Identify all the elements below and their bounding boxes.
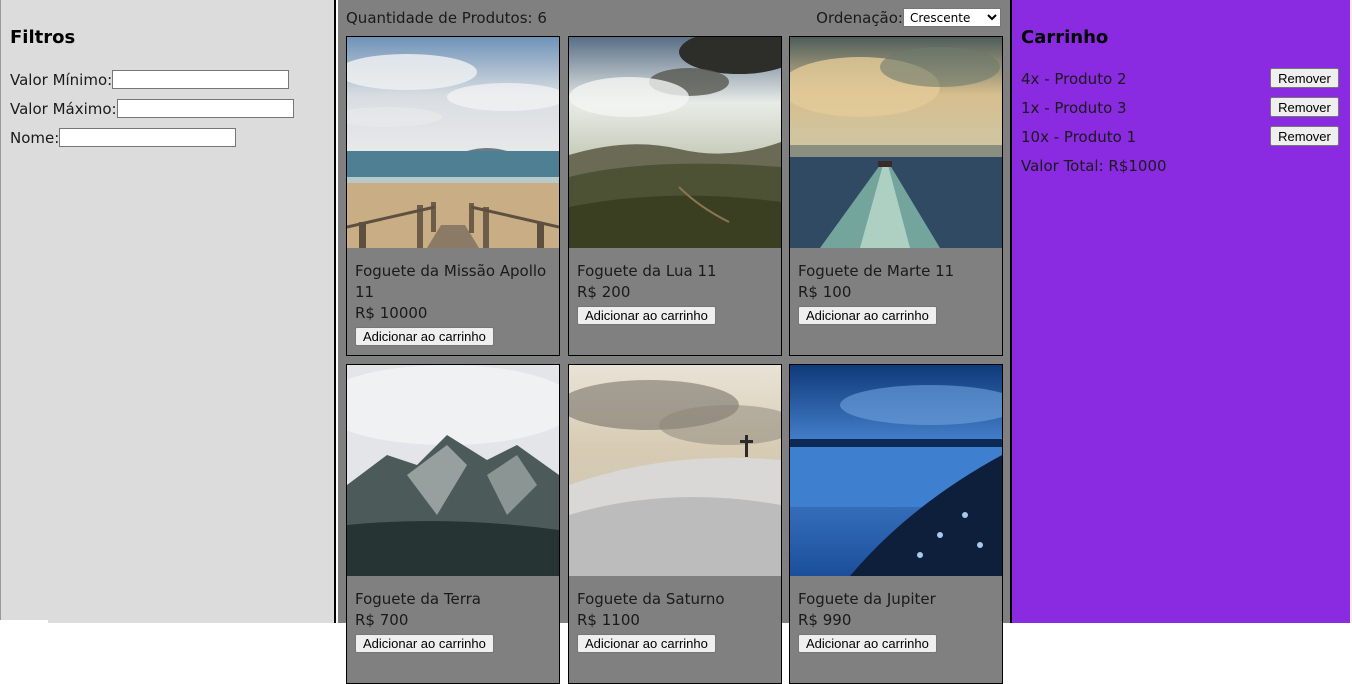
name-label: Nome: <box>10 128 60 147</box>
product-card: Foguete da Missão Apollo 11 R$ 10000 Adi… <box>346 36 560 356</box>
sort-label: Ordenação: <box>816 8 903 27</box>
cart-panel: Carrinho 4x - Produto 2 Remover 1x - Pro… <box>1012 0 1350 623</box>
add-to-cart-button[interactable]: Adicionar ao carrinho <box>355 634 494 653</box>
cart-item: 10x - Produto 1 <box>1021 128 1137 146</box>
product-name: Foguete da Jupiter <box>798 590 936 608</box>
product-name: Foguete da Missão Apollo 11 <box>355 262 547 301</box>
product-card: Foguete da Saturno R$ 1100 Adicionar ao … <box>568 364 782 684</box>
add-to-cart-button[interactable]: Adicionar ao carrinho <box>577 634 716 653</box>
app-layout: Filtros Valor Mínimo: Valor Máximo: Nome… <box>0 0 1352 684</box>
product-price: R$ 100 <box>798 283 852 301</box>
product-price: R$ 10000 <box>355 304 428 322</box>
add-to-cart-button[interactable]: Adicionar ao carrinho <box>798 634 937 653</box>
misty-mountain-image <box>347 365 559 576</box>
valley-landscape-image <box>569 37 781 248</box>
product-card: Foguete da Lua 11 R$ 200 Adicionar ao ca… <box>568 36 782 356</box>
product-price: R$ 700 <box>355 611 409 629</box>
product-card: Foguete da Jupiter R$ 990 Adicionar ao c… <box>789 364 1003 684</box>
remove-button[interactable]: Remover <box>1270 68 1339 88</box>
remove-button[interactable]: Remover <box>1270 126 1339 146</box>
remove-button[interactable]: Remover <box>1270 97 1339 117</box>
min-value-label: Valor Mínimo: <box>10 70 113 89</box>
product-price: R$ 1100 <box>577 611 640 629</box>
filters-title: Filtros <box>10 27 76 48</box>
snowy-hill-cross-image <box>569 365 781 576</box>
name-row: Nome: <box>10 128 237 147</box>
min-value-row: Valor Mínimo: <box>10 70 290 89</box>
add-to-cart-button[interactable]: Adicionar ao carrinho <box>577 306 716 325</box>
cart-title: Carrinho <box>1021 27 1109 48</box>
product-name: Foguete da Terra <box>355 590 481 608</box>
add-to-cart-button[interactable]: Adicionar ao carrinho <box>798 306 937 325</box>
product-card: Foguete da Terra R$ 700 Adicionar ao car… <box>346 364 560 684</box>
min-value-input[interactable] <box>112 70 290 89</box>
sort-control: Ordenação: Crescente <box>816 8 1001 27</box>
product-price: R$ 990 <box>798 611 852 629</box>
product-name: Foguete da Saturno <box>577 590 725 608</box>
blue-shore-night-image <box>790 365 1002 576</box>
product-name: Foguete de Marte 11 <box>798 262 955 280</box>
add-to-cart-button[interactable]: Adicionar ao carrinho <box>355 327 494 346</box>
beach-boardwalk-image <box>347 37 559 248</box>
sort-select[interactable]: Crescente <box>903 8 1001 27</box>
filters-panel: Filtros Valor Mínimo: Valor Máximo: Nome… <box>0 0 336 623</box>
cart-item: 4x - Produto 2 <box>1021 70 1127 88</box>
max-value-label: Valor Máximo: <box>10 99 117 118</box>
max-value-input[interactable] <box>116 99 294 118</box>
products-panel: Quantidade de Produtos: 6 Ordenação: Cre… <box>338 0 1012 684</box>
product-price: R$ 200 <box>577 283 631 301</box>
product-card: Foguete de Marte 11 R$ 100 Adicionar ao … <box>789 36 1003 356</box>
name-input[interactable] <box>59 128 237 147</box>
boat-wake-sea-image <box>790 37 1002 248</box>
product-name: Foguete da Lua 11 <box>577 262 717 280</box>
cart-item: 1x - Produto 3 <box>1021 99 1127 117</box>
max-value-row: Valor Máximo: <box>10 99 294 118</box>
product-count: Quantidade de Produtos: 6 <box>346 9 547 27</box>
cart-total: Valor Total: R$1000 <box>1021 157 1167 175</box>
